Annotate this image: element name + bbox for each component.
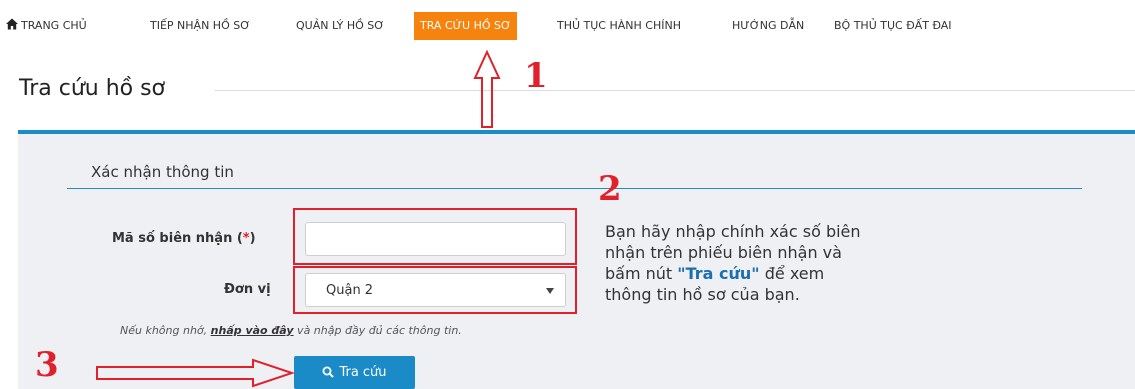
receipt-label-text: Mã số biên nhận ( xyxy=(112,231,243,246)
nav-item-home[interactable]: TRANG CHỦ xyxy=(6,12,87,40)
step-number-1: 1 xyxy=(524,56,548,96)
nav-item-quan-ly[interactable]: QUẢN LÝ HỒ SƠ xyxy=(296,12,384,40)
title-divider xyxy=(215,90,1135,91)
section-title: Xác nhận thông tin xyxy=(91,163,234,181)
search-button-label: Tra cứu xyxy=(339,365,387,380)
receipt-label-close: ) xyxy=(249,231,256,246)
unit-label: Đơn vị xyxy=(224,282,271,297)
nav-item-thu-tuc[interactable]: THỦ TỤC HÀNH CHÍNH xyxy=(557,12,681,40)
home-icon xyxy=(6,18,18,30)
nav-item-label: TRANG CHỦ xyxy=(21,19,87,32)
nav-item-label: QUẢN LÝ HỒ SƠ xyxy=(296,19,385,32)
step-number-2: 2 xyxy=(598,169,622,209)
nav-item-label: THỦ TỤC HÀNH CHÍNH xyxy=(557,19,681,32)
top-nav: TRANG CHỦ TIẾP NHẬN HỒ SƠ QUẢN LÝ HỒ SƠ … xyxy=(0,0,1135,54)
nav-item-huong-dan[interactable]: HƯỚNG DẪN xyxy=(732,12,804,40)
nav-item-bo-thu-tuc[interactable]: BỘ THỦ TỤC ĐẤT ĐAI xyxy=(834,12,952,40)
hint-suffix: và nhập đầy đủ các thông tin. xyxy=(293,324,462,337)
hint-link[interactable]: nhấp vào đây xyxy=(211,324,294,337)
search-icon xyxy=(322,366,335,378)
up-arrow-icon xyxy=(473,50,501,128)
required-mark: * xyxy=(242,231,250,246)
help-text: Bạn hãy nhập chính xác số biên nhận trên… xyxy=(605,221,875,305)
nav-item-tiep-nhan[interactable]: TIẾP NHẬN HỒ SƠ xyxy=(150,12,250,40)
hint-prefix: Nếu không nhớ, xyxy=(120,324,211,337)
search-button[interactable]: Tra cứu xyxy=(294,356,415,389)
forgot-hint: Nếu không nhớ, nhấp vào đây và nhập đầy … xyxy=(120,324,462,337)
nav-item-label: TRA CỨU HỒ SƠ xyxy=(420,19,512,32)
nav-item-tra-cuu[interactable]: TRA CỨU HỒ SƠ xyxy=(414,12,518,40)
step-number-3: 3 xyxy=(35,345,59,385)
page-title: Tra cứu hồ sơ xyxy=(19,76,166,101)
highlight-box-receipt xyxy=(293,208,577,265)
highlight-box-unit xyxy=(293,266,577,314)
receipt-number-label: Mã số biên nhận (*) xyxy=(112,231,256,246)
right-arrow-icon xyxy=(96,358,295,388)
nav-item-label: BỘ THỦ TỤC ĐẤT ĐAI xyxy=(834,19,952,32)
nav-item-label: HƯỚNG DẪN xyxy=(732,19,805,32)
help-text-emphasis: "Tra cứu" xyxy=(677,264,760,283)
nav-item-label: TIẾP NHẬN HỒ SƠ xyxy=(150,19,251,32)
section-divider xyxy=(67,188,1082,189)
